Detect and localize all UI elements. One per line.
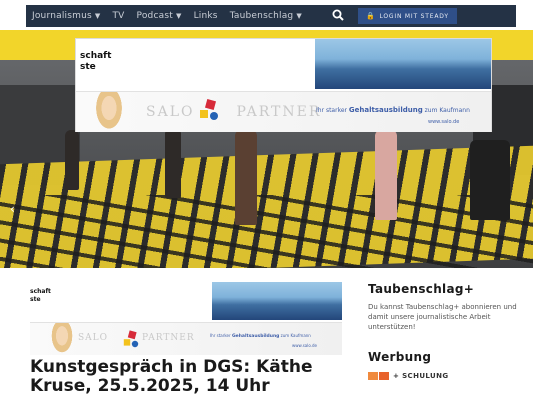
nav-item-label: Taubenschlag — [229, 11, 294, 21]
ad-brand: SALO PARTNER — [146, 104, 321, 120]
brand-logo-icon — [121, 330, 142, 349]
logo-yellow-square — [200, 110, 208, 118]
logo-blue-circle — [210, 112, 218, 120]
search-icon[interactable] — [332, 9, 344, 24]
person-figure — [165, 128, 181, 198]
ad-portrait — [50, 323, 74, 355]
login-steady-button[interactable]: 🔒 LOGIN MIT STEADY — [357, 8, 457, 24]
schulung-label: + SCHULUNG — [393, 372, 449, 380]
person-figure — [65, 130, 79, 190]
ad-portrait — [94, 92, 124, 132]
sidebar-heading-werbung: Werbung — [368, 350, 432, 364]
ad-text-line: ste — [30, 296, 41, 303]
ad-harbor-image — [315, 39, 491, 89]
ad-tagline-bold: Gehalts­ausbildung — [348, 106, 423, 114]
ad-brand-right: PARTNER — [142, 333, 195, 343]
ad-tagline-pre: Ihr starker — [316, 107, 347, 114]
nav-item-label: TV — [112, 11, 125, 21]
ad-brand-left: SALO — [78, 333, 109, 343]
ad-brand-right: PARTNER — [236, 104, 322, 120]
nav-item-taubenschlag[interactable]: Taubenschlag ▼ — [224, 11, 308, 21]
ad-text-line: schaft — [30, 288, 51, 295]
logo-red-square — [204, 98, 217, 111]
login-label: LOGIN MIT STEADY — [379, 12, 449, 20]
ad-text-line: schaft — [80, 51, 112, 61]
hero-floor-lines — [0, 195, 533, 268]
top-navigation: Journalismus ▼ TV Podcast ▼ Links Tauben… — [0, 0, 533, 30]
ad-tagline: Ihr starker Gehalts­ausbildung zum Kaufm… — [316, 106, 470, 114]
slider-prev-icon[interactable]: ‹ — [10, 202, 15, 216]
ad-tagline-post: zum Kaufmann — [280, 333, 311, 338]
nav-item-tv[interactable]: TV — [106, 11, 130, 21]
sidebar-subscribe-text: Du kannst Taubenschlag+ abonnieren und d… — [368, 303, 517, 331]
lock-icon: 🔒 — [365, 12, 376, 20]
ad-strip: SALO PARTNER Ihr starker Gehalts­ausbildu… — [30, 322, 342, 355]
ad-text-line: ste — [80, 62, 96, 72]
chevron-down-icon: ▼ — [296, 12, 302, 20]
nav-bar: Journalismus ▼ TV Podcast ▼ Links Tauben… — [26, 5, 516, 27]
person-figure — [235, 130, 257, 225]
nav-item-label: Journalismus — [32, 11, 92, 21]
nav-item-journalismus[interactable]: Journalismus ▼ — [26, 11, 106, 21]
ad-tagline: Ihr starker Gehalts­ausbildung zum Kaufm… — [210, 333, 311, 339]
ad-url: www.salo.de — [428, 119, 460, 125]
ad-text: schaft ste — [80, 51, 111, 73]
article-title[interactable]: Kunstgespräch in DGS: Käthe Kruse, 25.5.… — [30, 358, 330, 396]
ad-tagline-pre: Ihr starker — [210, 333, 231, 338]
nav-item-label: Podcast — [136, 11, 173, 21]
person-figure — [375, 130, 397, 220]
chevron-down-icon: ▼ — [94, 12, 101, 20]
nav-item-label: Links — [193, 11, 218, 21]
nav-item-podcast[interactable]: Podcast ▼ — [131, 11, 188, 21]
hero-ad-banner[interactable]: schaft ste SALO PARTNER Ihr starker Gehal… — [75, 38, 492, 132]
person-figure — [470, 140, 510, 220]
logo-yellow-square — [123, 339, 131, 346]
logo-red-square — [127, 330, 137, 340]
content-ad-banner[interactable]: schaft ste SALO PARTNER Ihr starker Gehal… — [30, 282, 342, 355]
ad-tagline-bold: Gehalts­ausbildung — [231, 334, 280, 339]
schulung-ad[interactable]: + SCHULUNG — [368, 372, 528, 380]
sidebar: Taubenschlag+ Du kannst Taubenschlag+ ab… — [368, 282, 528, 380]
search-icon — [332, 9, 344, 21]
ad-tagline-post: zum Kaufmann — [424, 107, 470, 114]
brand-logo-icon — [196, 98, 222, 122]
ad-brand-left: SALO — [146, 104, 195, 120]
sidebar-heading-taubenschlag: Taubenschlag+ — [368, 282, 475, 296]
logo-blue-circle — [131, 340, 139, 348]
ad-strip: SALO PARTNER Ihr starker Gehalts­ausbildu… — [76, 91, 491, 132]
chevron-down-icon: ▼ — [175, 12, 182, 20]
nav-item-links[interactable]: Links — [188, 11, 224, 21]
ad-text: schaft ste — [30, 288, 51, 304]
schulung-logo-icon — [368, 372, 389, 380]
ad-url: www.salo.de — [292, 343, 318, 348]
ad-harbor-image — [212, 282, 342, 320]
